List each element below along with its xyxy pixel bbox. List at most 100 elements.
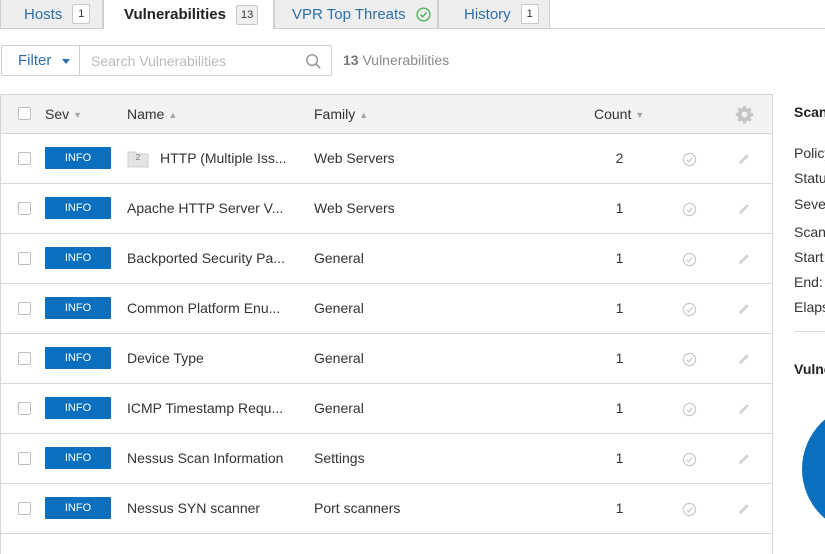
search-icon[interactable] <box>305 53 322 70</box>
vulnerability-family: Port scanners <box>314 500 401 516</box>
clock-icon[interactable] <box>682 252 697 267</box>
policy-label: Policy: <box>794 145 825 161</box>
sort-desc-icon: ▼ <box>635 110 645 120</box>
tab-vpr-label: VPR Top Threats <box>292 5 406 23</box>
tab-history-badge: 1 <box>520 4 539 24</box>
vulnerability-count: 13 Vulnerabilities <box>343 52 449 68</box>
pencil-icon[interactable] <box>737 352 751 366</box>
tab-vulnerabilities[interactable]: Vulnerabilities 13 <box>103 0 274 29</box>
row-checkbox[interactable] <box>18 502 31 515</box>
vulnerability-count-cell: 1 <box>615 250 624 266</box>
column-sev[interactable]: Sev ▼ <box>45 95 82 134</box>
table-row[interactable]: INFO Nessus SYN scanner Port scanners 1 <box>1 484 772 534</box>
table-row[interactable]: INFO ICMP Timestamp Requ... General 1 <box>1 384 772 434</box>
scan-details-heading: Scan Details <box>794 104 825 120</box>
column-name-label: Name <box>127 106 165 122</box>
severity-badge: INFO <box>45 247 111 269</box>
row-checkbox[interactable] <box>18 402 31 415</box>
vulnerability-name: Common Platform Enu... <box>127 300 281 316</box>
severity-donut-chart <box>802 404 825 534</box>
vulnerability-name: Nessus SYN scanner <box>127 500 261 516</box>
pencil-icon[interactable] <box>737 152 751 166</box>
pencil-icon[interactable] <box>737 302 751 316</box>
start-label: Start: <box>794 249 825 265</box>
severity-badge: INFO <box>45 347 111 369</box>
column-family[interactable]: Family ▲ <box>314 95 368 134</box>
pencil-icon[interactable] <box>737 452 751 466</box>
clock-icon[interactable] <box>682 502 697 517</box>
table-row[interactable]: INFO 2 HTTP (Multiple Iss... Web Servers… <box>1 134 772 184</box>
vulnerability-count-cell: 1 <box>615 500 624 516</box>
vulnerability-family: Web Servers <box>314 150 395 166</box>
vulnerability-count-number: 13 <box>343 52 359 68</box>
column-name[interactable]: Name ▲ <box>127 95 177 134</box>
clock-icon[interactable] <box>682 452 697 467</box>
vulnerabilities-heading: Vulnerabilities <box>794 361 825 377</box>
vulnerability-count-cell: 1 <box>615 450 624 466</box>
tab-vpr-top-threats[interactable]: VPR Top Threats <box>274 0 438 28</box>
vulnerability-count-cell: 1 <box>615 400 624 416</box>
search-box <box>79 45 332 76</box>
vulnerability-family: Settings <box>314 450 365 466</box>
table-row[interactable]: INFO Common Platform Enu... General 1 <box>1 284 772 334</box>
row-checkbox[interactable] <box>18 252 31 265</box>
severity-badge: INFO <box>45 297 111 319</box>
severity-base-label: Severity Base: <box>794 196 825 212</box>
severity-badge: INFO <box>45 397 111 419</box>
pencil-icon[interactable] <box>737 202 751 216</box>
row-checkbox[interactable] <box>18 352 31 365</box>
clock-icon[interactable] <box>682 402 697 417</box>
table-row[interactable]: INFO Backported Security Pa... General 1 <box>1 234 772 284</box>
severity-badge: INFO <box>45 147 111 169</box>
vulnerability-count-cell: 1 <box>615 350 624 366</box>
pencil-icon[interactable] <box>737 402 751 416</box>
group-count: 2 <box>135 153 141 162</box>
gear-icon[interactable] <box>735 105 754 124</box>
vulnerability-count-cell: 1 <box>615 300 624 316</box>
severity-badge: INFO <box>45 447 111 469</box>
tab-hosts-label: Hosts <box>24 5 63 23</box>
filter-button[interactable]: Filter <box>1 45 80 76</box>
vulnerability-name: Nessus Scan Information <box>127 450 284 466</box>
severity-badge: INFO <box>45 497 111 519</box>
column-count-label: Count <box>594 106 632 122</box>
vulnerability-count-cell: 2 <box>615 150 624 166</box>
severity-badge: INFO <box>45 197 111 219</box>
vulnerability-family: General <box>314 400 364 416</box>
tab-vulnerabilities-badge: 13 <box>235 4 259 25</box>
tab-hosts-badge: 1 <box>72 4 91 24</box>
table-row[interactable]: INFO Apache HTTP Server V... Web Servers… <box>1 184 772 234</box>
clock-icon[interactable] <box>682 352 697 367</box>
vulnerability-count-text: Vulnerabilities <box>362 52 450 68</box>
status-label: Status: <box>794 170 825 186</box>
table-row[interactable]: INFO Device Type General 1 <box>1 334 772 384</box>
vulnerability-family: General <box>314 300 364 316</box>
tab-bar: Hosts 1 Vulnerabilities 13 VPR Top Threa… <box>0 0 825 29</box>
vulnerability-name: Device Type <box>127 350 204 366</box>
clock-icon[interactable] <box>682 152 697 167</box>
vulnerability-count-cell: 1 <box>615 200 624 216</box>
select-all-checkbox[interactable] <box>18 107 31 120</box>
tab-history-label: History <box>464 5 511 23</box>
search-input[interactable] <box>91 46 296 75</box>
row-checkbox[interactable] <box>18 202 31 215</box>
tab-hosts[interactable]: Hosts 1 <box>0 0 103 28</box>
row-checkbox[interactable] <box>18 152 31 165</box>
table-row[interactable]: INFO Nessus Scan Information Settings 1 <box>1 434 772 484</box>
column-count[interactable]: Count ▼ <box>594 95 644 134</box>
clock-icon[interactable] <box>682 202 697 217</box>
folder-icon: 2 <box>127 149 149 168</box>
vulnerability-family: General <box>314 250 364 266</box>
vulnerability-family: General <box>314 350 364 366</box>
sort-desc-icon: ▼ <box>73 110 83 120</box>
tab-history[interactable]: History 1 <box>438 0 550 28</box>
pencil-icon[interactable] <box>737 252 751 266</box>
pencil-icon[interactable] <box>737 502 751 516</box>
scan-details-panel: Scan Details Policy: Status: Severity Ba… <box>794 0 825 541</box>
vulnerability-name: Backported Security Pa... <box>127 250 285 266</box>
row-checkbox[interactable] <box>18 302 31 315</box>
row-checkbox[interactable] <box>18 452 31 465</box>
sort-asc-icon: ▲ <box>359 110 369 120</box>
tab-vulnerabilities-label: Vulnerabilities <box>124 6 226 23</box>
clock-icon[interactable] <box>682 302 697 317</box>
